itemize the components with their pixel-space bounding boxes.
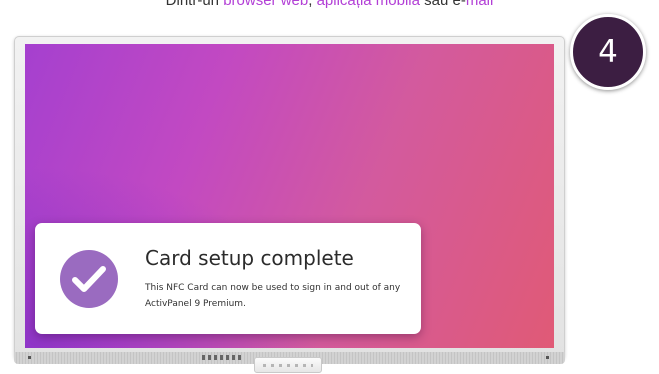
notification-message: This NFC Card can now be used to sign in…	[145, 283, 401, 309]
caption-text-middle: sau e-	[419, 0, 466, 9]
bezel-buttons	[202, 355, 242, 360]
bezel-sensor-left	[28, 356, 31, 359]
caption-text-prefix: Dintr-un	[165, 0, 224, 9]
notification-title: Card setup complete	[145, 246, 354, 270]
web-browser-link[interactable]: browser web	[223, 0, 308, 9]
bezel-sensor-right	[546, 356, 549, 359]
email-link[interactable]: mail	[466, 0, 494, 9]
checkmark-icon	[60, 250, 118, 308]
mobile-app-link[interactable]: aplicația mobilă	[317, 0, 420, 9]
front-control-pad	[254, 357, 322, 373]
step-number-badge: 4	[570, 14, 646, 90]
control-pad-icons	[263, 364, 313, 367]
instruction-caption: Dintr-un browser web, aplicația mobilă s…	[0, 0, 659, 9]
caption-separator: ,	[308, 0, 317, 9]
card-setup-notification: Card setup complete This NFC Card can no…	[35, 223, 421, 334]
